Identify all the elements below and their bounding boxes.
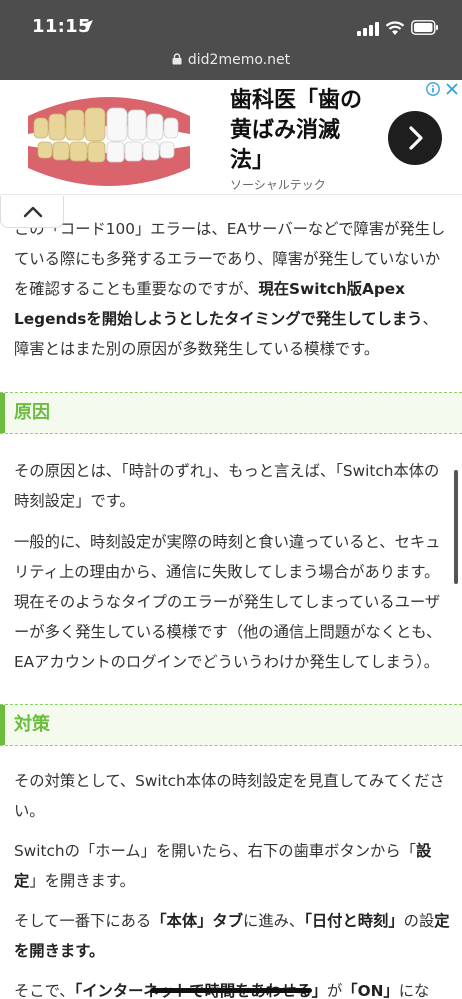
solution-paragraph-3: そして一番下にある「本体」タブに進み、「日付と時刻」の設定を開きます。 [14, 906, 450, 966]
solution-p3-bold-1: 「本体」タブ [151, 912, 244, 930]
ad-next-button[interactable] [388, 111, 442, 165]
solution-p2-text-2: 」を開きます。 [29, 872, 135, 890]
browser-top-bar: 11:15 did2memo.net [0, 0, 462, 80]
solution-p3-text-2: に進み、 [243, 912, 305, 930]
section-heading-solution: 対策 [0, 704, 462, 746]
solution-p3-bold-2: 「日付と時刻」 [304, 912, 404, 930]
info-icon[interactable] [426, 82, 440, 96]
cause-paragraph-1: その原因とは、「時計のずれ」、もっと言えば、「Switch本体の時刻設定」です。 [14, 462, 440, 510]
chevron-right-icon [409, 126, 423, 150]
section-heading-cause: 原因 [0, 392, 462, 434]
solution-p3-text-1: そして一番下にある [14, 912, 152, 930]
solution-p3-text-3: の設 [403, 912, 435, 930]
solution-p4-text-2: が [326, 982, 343, 999]
solution-paragraph-1: その対策として、Switch本体の時刻設定を見直してみてください。 [14, 772, 445, 820]
ad-collapse-tab[interactable] [0, 196, 64, 228]
ad-source: ソーシャルテック [230, 178, 326, 192]
solution-p4-bold-2: 「ON」 [342, 982, 399, 999]
lock-icon [172, 53, 182, 65]
location-arrow-icon [81, 20, 93, 32]
ad-teeth-image [28, 97, 190, 186]
close-icon[interactable] [445, 82, 459, 96]
address-bar[interactable]: did2memo.net [0, 52, 462, 68]
cause-paragraph-2: 一般的に、時刻設定が実際の時刻と食い違っていると、セキュリティ上の理由から、通信… [14, 533, 442, 671]
solution-p2-text-1: Switchの「ホーム」を開いたら、右下の歯車ボタンから「 [14, 842, 416, 860]
battery-icon [411, 20, 438, 35]
ad-title[interactable]: 歯科医「歯の黄ばみ消滅法」 [230, 86, 370, 176]
home-indicator[interactable] [150, 988, 312, 993]
page-scrollbar[interactable] [454, 470, 458, 584]
chevron-up-icon [23, 206, 43, 218]
wifi-icon [385, 21, 405, 35]
url-text: did2memo.net [187, 52, 291, 68]
intro-paragraph: この「コード100」エラーは、EAサーバーなどで障害が発生している際にも多発する… [14, 214, 450, 364]
solution-p4-text-1: そこで、 [14, 982, 75, 999]
status-bar: 11:15 [0, 0, 462, 50]
cellular-signal-icon [357, 22, 379, 36]
solution-p4-text-3: にな [398, 982, 430, 999]
solution-paragraph-2: Switchの「ホーム」を開いたら、右下の歯車ボタンから「設定」を開きます。 [14, 836, 450, 896]
